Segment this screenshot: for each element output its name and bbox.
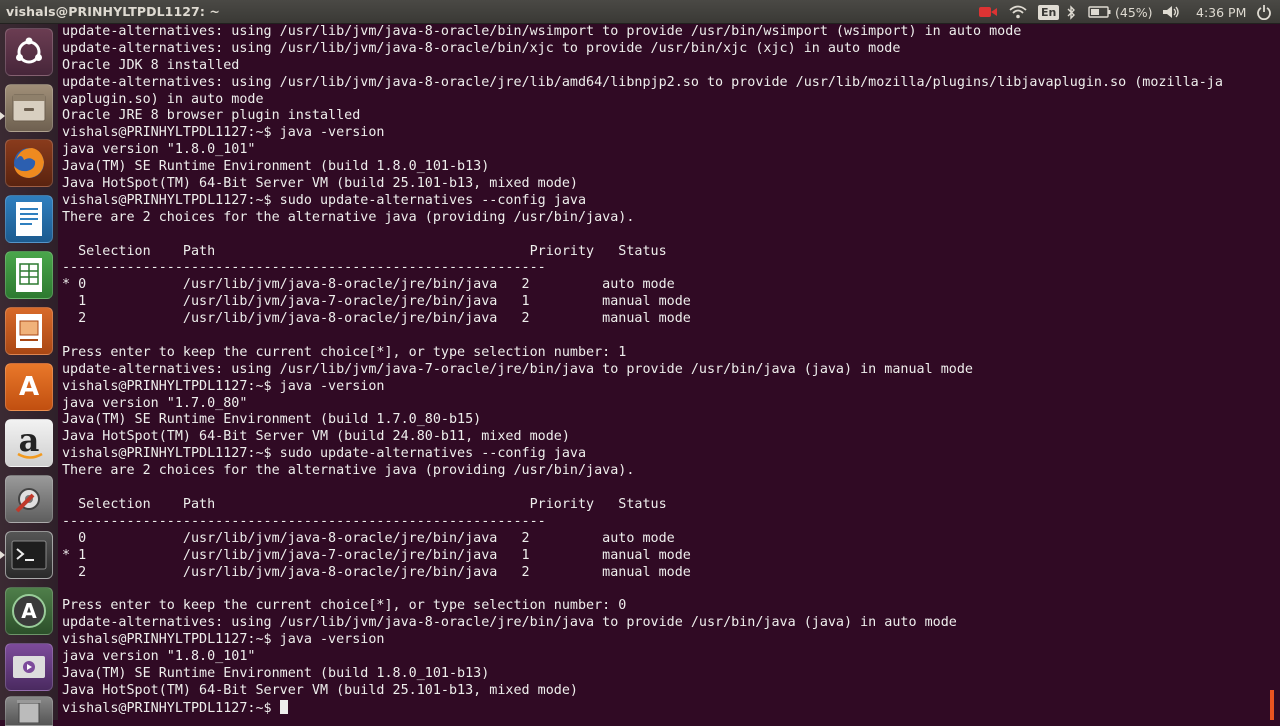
terminal-line: 0 /usr/lib/jvm/java-8-oracle/jre/bin/jav… xyxy=(62,530,675,546)
terminal-line: There are 2 choices for the alternative … xyxy=(62,463,635,479)
dash-home-icon[interactable] xyxy=(5,28,53,76)
libreoffice-writer-icon[interactable] xyxy=(5,195,53,243)
terminal-line: Oracle JDK 8 installed xyxy=(62,57,240,73)
terminal-line: java version "1.8.0_101" xyxy=(62,142,256,158)
terminal-cursor xyxy=(279,699,288,714)
terminal-line: There are 2 choices for the alternative … xyxy=(62,209,635,225)
terminal-line: ----------------------------------------… xyxy=(62,260,546,276)
terminal-line: Oracle JRE 8 browser plugin installed xyxy=(62,108,361,124)
camera-indicator-icon[interactable] xyxy=(978,4,998,20)
terminal-line: ----------------------------------------… xyxy=(62,513,546,529)
clock[interactable]: 4:36 PM xyxy=(1196,4,1246,20)
terminal-line: vishals@PRINHYLTPDL1127:~$ sudo update-a… xyxy=(62,446,587,462)
terminal-scrollbar[interactable] xyxy=(1270,690,1274,720)
terminal-line: Java HotSpot(TM) 64-Bit Server VM (build… xyxy=(62,429,570,445)
files-icon[interactable] xyxy=(5,84,53,132)
amazon-icon[interactable]: a xyxy=(5,419,53,467)
terminal-line: 2 /usr/lib/jvm/java-8-oracle/jre/bin/jav… xyxy=(62,311,691,327)
firefox-icon[interactable] xyxy=(5,139,53,187)
terminal-line: Selection Path Priority Status xyxy=(62,243,667,259)
battery-icon xyxy=(1088,6,1111,18)
running-indicator xyxy=(0,551,5,559)
terminal-line: Press enter to keep the current choice[*… xyxy=(62,598,627,614)
terminal-line: java version "1.7.0_80" xyxy=(62,395,248,411)
battery-indicator[interactable]: (45%) xyxy=(1088,4,1153,20)
window-title: vishals@PRINHYLTPDL1127: ~ xyxy=(6,4,220,19)
keyboard-layout-label: En xyxy=(1038,4,1060,20)
top-panel: vishals@PRINHYLTPDL1127: ~ En (45%) 4:36… xyxy=(0,0,1280,24)
terminal-window[interactable]: update-alternatives: using /usr/lib/jvm/… xyxy=(58,24,1274,720)
terminal-line: update-alternatives: using /usr/lib/jvm/… xyxy=(62,615,957,631)
video-player-icon[interactable] xyxy=(5,643,53,691)
wifi-icon[interactable] xyxy=(1009,4,1027,20)
software-center-glyph: A xyxy=(18,372,40,402)
terminal-line: Java HotSpot(TM) 64-Bit Server VM (build… xyxy=(62,682,578,698)
terminal-line: update-alternatives: using /usr/lib/jvm/… xyxy=(62,24,1022,39)
terminal-line: vaplugin.so) in auto mode xyxy=(62,91,264,107)
libreoffice-calc-icon[interactable] xyxy=(5,251,53,299)
terminal-line: Java(TM) SE Runtime Environment (build 1… xyxy=(62,159,490,175)
terminal-line: Java HotSpot(TM) 64-Bit Server VM (build… xyxy=(62,176,578,192)
battery-percent: (45%) xyxy=(1115,4,1153,20)
terminal-line: Press enter to keep the current choice[*… xyxy=(62,344,627,360)
power-icon[interactable] xyxy=(1256,4,1272,20)
terminal-prompt: vishals@PRINHYLTPDL1127:~$ xyxy=(62,700,280,716)
terminal-line: Selection Path Priority Status xyxy=(62,496,667,512)
terminal-line: * 0 /usr/lib/jvm/java-8-oracle/jre/bin/j… xyxy=(62,277,675,293)
trash-icon[interactable] xyxy=(5,696,53,726)
terminal-line: * 1 /usr/lib/jvm/java-7-oracle/jre/bin/j… xyxy=(62,547,691,563)
terminal-line: vishals@PRINHYLTPDL1127:~$ sudo update-a… xyxy=(62,192,587,208)
terminal-line: update-alternatives: using /usr/lib/jvm/… xyxy=(62,40,901,56)
software-updater-icon[interactable]: A xyxy=(5,587,53,635)
bluetooth-icon[interactable] xyxy=(1066,4,1076,20)
terminal-line: Java(TM) SE Runtime Environment (build 1… xyxy=(62,412,482,428)
terminal-line: vishals@PRINHYLTPDL1127:~$ java -version xyxy=(62,378,385,394)
software-center-icon[interactable]: A xyxy=(5,363,53,411)
terminal-line: vishals@PRINHYLTPDL1127:~$ java -version xyxy=(62,125,385,141)
libreoffice-impress-icon[interactable] xyxy=(5,307,53,355)
launcher: A a A xyxy=(0,24,59,726)
terminal-line: java version "1.8.0_101" xyxy=(62,648,256,664)
system-settings-icon[interactable] xyxy=(5,475,53,523)
terminal-line: 1 /usr/lib/jvm/java-7-oracle/jre/bin/jav… xyxy=(62,294,691,310)
volume-icon[interactable] xyxy=(1162,4,1180,20)
keyboard-layout-indicator[interactable]: En xyxy=(1038,4,1060,20)
software-updater-glyph: A xyxy=(21,599,37,623)
running-indicator xyxy=(0,112,5,120)
terminal-icon[interactable] xyxy=(5,531,53,579)
terminal-line: Java(TM) SE Runtime Environment (build 1… xyxy=(62,665,490,681)
terminal-line: vishals@PRINHYLTPDL1127:~$ java -version xyxy=(62,632,385,648)
terminal-output: update-alternatives: using /usr/lib/jvm/… xyxy=(62,24,1223,717)
amazon-smile-icon xyxy=(17,452,43,459)
terminal-line: update-alternatives: using /usr/lib/jvm/… xyxy=(62,74,1223,90)
terminal-line: 2 /usr/lib/jvm/java-8-oracle/jre/bin/jav… xyxy=(62,564,691,580)
terminal-line: update-alternatives: using /usr/lib/jvm/… xyxy=(62,361,973,377)
terminal-prompt-line[interactable]: vishals@PRINHYLTPDL1127:~$ xyxy=(62,699,1223,717)
